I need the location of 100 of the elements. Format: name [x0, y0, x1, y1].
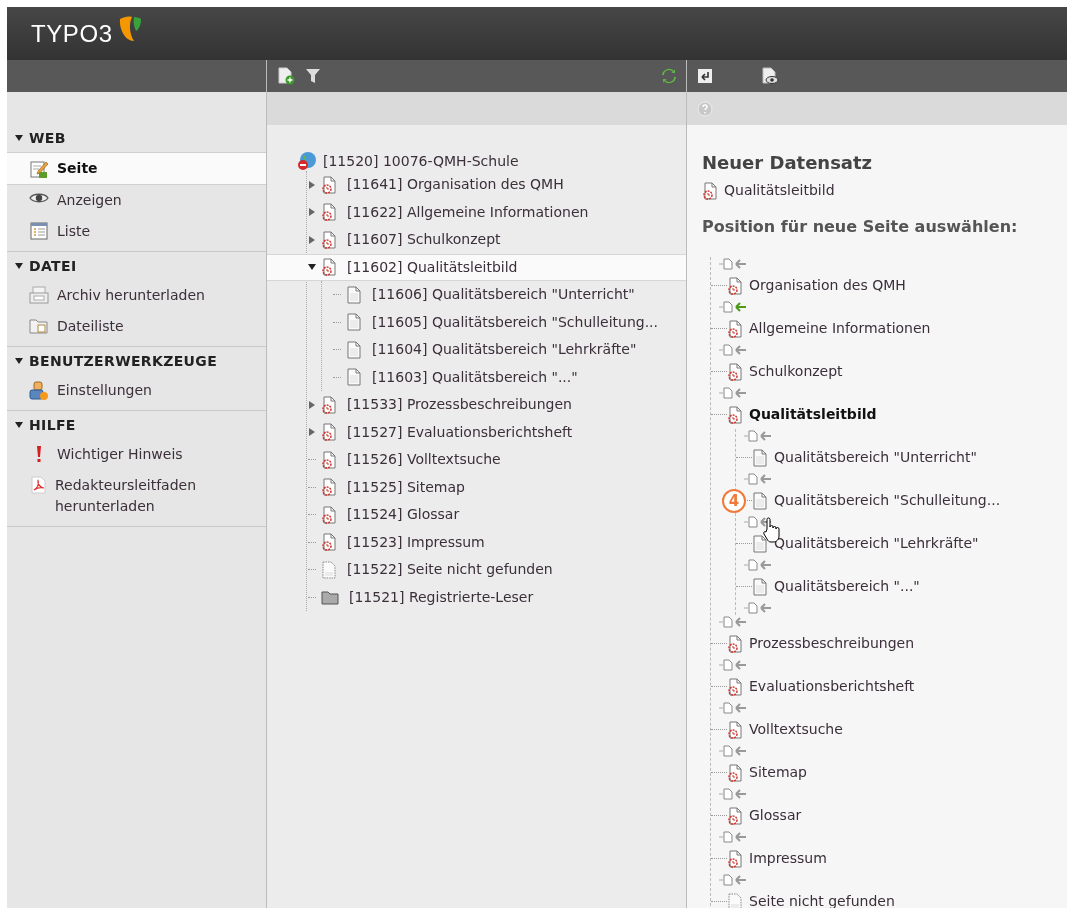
tree-node[interactable]: [11606] Qualitätsbereich "Unterricht" [332, 281, 686, 309]
page-position-title: Seite nicht gefunden [749, 892, 895, 908]
page-position-title: Evaluationsberichtsheft [749, 677, 915, 696]
insert-position-marker[interactable] [719, 659, 747, 671]
page-title: [11527] Evaluationsberichtsheft [347, 422, 573, 442]
exclamation-icon [35, 445, 43, 463]
insert-position-marker[interactable] [719, 702, 747, 714]
shortcut-page-icon [727, 405, 743, 424]
menu-section-header[interactable]: HILFE [7, 411, 266, 439]
shortcut-page-icon [321, 175, 337, 194]
page-title: [11604] Qualitätsbereich "Lehrkräfte" [372, 340, 637, 360]
page-icon [321, 560, 337, 579]
tree-node[interactable]: [11526] Volltextsuche [307, 446, 686, 474]
menu-item[interactable]: Wichtiger Hinweis [7, 439, 266, 470]
insert-position-marker[interactable] [719, 258, 747, 270]
page-position-title: Qualitätsleitbild [749, 405, 877, 424]
tree-node[interactable]: [11604] Qualitätsbereich "Lehrkräfte" [332, 336, 686, 364]
menu-item[interactable]: Archiv herunterladen [7, 280, 266, 311]
insert-position-marker[interactable] [719, 745, 747, 757]
page-icon [752, 491, 768, 510]
menu-item[interactable]: Liste [7, 216, 266, 247]
tree-node[interactable]: [11602] Qualitätsleitbild [267, 253, 686, 281]
tree-node[interactable]: [11605] Qualitätsbereich "Schulleitung... [332, 308, 686, 336]
tree-node[interactable]: [11527] Evaluationsberichtsheft [307, 418, 686, 446]
list-icon [30, 222, 48, 240]
page-title: [11522] Seite nicht gefunden [347, 560, 553, 580]
page-edit-icon [29, 159, 49, 179]
shortcut-page-icon [321, 395, 337, 414]
tree-node[interactable]: [11533] Prozessbeschreibungen [307, 391, 686, 419]
folder-icon [321, 589, 339, 606]
shortcut-page-icon [727, 362, 743, 381]
page-position-title: Sitemap [749, 763, 807, 782]
menu-section-header[interactable]: DATEI [7, 252, 266, 280]
shortcut-page-icon [321, 230, 337, 249]
section-caret-icon[interactable] [15, 357, 23, 365]
page-title: [11533] Prozessbeschreibungen [347, 395, 572, 415]
folder-icon [29, 317, 49, 335]
filter-icon[interactable] [305, 67, 321, 85]
expand-toggle-icon[interactable] [308, 208, 316, 217]
shortcut-page-icon [727, 720, 743, 739]
page-title: [11605] Qualitätsbereich "Schulleitung... [372, 312, 658, 332]
insert-position-marker[interactable] [719, 831, 747, 843]
expand-toggle-icon[interactable] [308, 400, 316, 409]
expand-toggle-icon[interactable] [308, 263, 316, 272]
page-title: [11521] Registrierte-Leser [349, 587, 534, 607]
menu-section-header[interactable]: BENUTZERWERKZEUGE [7, 347, 266, 375]
section-caret-icon[interactable] [15, 134, 23, 142]
expand-toggle-icon[interactable] [308, 180, 316, 189]
insert-position-marker[interactable] [719, 616, 747, 628]
content-heading: Neuer Datensatz [702, 151, 874, 175]
insert-position-marker[interactable] [719, 344, 747, 356]
page-icon [346, 340, 362, 359]
shortcut-page-icon [727, 319, 743, 338]
shortcut-page-icon [727, 763, 743, 782]
tree-node[interactable]: [11607] Schulkonzept [307, 226, 686, 254]
expand-toggle-icon[interactable] [308, 428, 316, 437]
new-page-icon[interactable] [277, 67, 295, 85]
tree-node[interactable]: [11522] Seite nicht gefunden [307, 556, 686, 584]
root-page-title[interactable]: [11520] 10076-QMH-Schule [323, 150, 519, 172]
insert-position-marker[interactable] [719, 387, 747, 399]
page-icon [752, 577, 768, 596]
page-position-title: Allgemeine Informationen [749, 319, 931, 338]
page-title: [11526] Volltextsuche [347, 450, 501, 470]
section-caret-icon[interactable] [15, 421, 23, 429]
pdf-icon [29, 476, 47, 494]
shortcut-page-icon [321, 450, 337, 469]
menu-item[interactable]: Seite [7, 152, 266, 185]
tree-node[interactable]: [11603] Qualitätsbereich "..." [332, 363, 686, 391]
insert-position-marker[interactable] [744, 559, 772, 571]
menu-item[interactable]: Redakteursleitfaden herunterladen [7, 470, 266, 522]
tree-node[interactable]: [11622] Allgemeine Informationen [307, 198, 686, 226]
preview-icon[interactable] [761, 67, 779, 85]
menu-item[interactable]: Einstellungen [7, 375, 266, 406]
page-title: [11603] Qualitätsbereich "..." [372, 367, 578, 387]
menu-item[interactable]: Dateiliste [7, 311, 266, 342]
return-icon[interactable] [697, 68, 713, 84]
expand-toggle-icon[interactable] [308, 235, 316, 244]
page-position-title: Prozessbeschreibungen [749, 634, 915, 653]
insert-position-marker[interactable] [744, 430, 772, 442]
tree-node[interactable]: [11641] Organisation des QMH [307, 171, 686, 199]
menu-section-header[interactable]: WEB [7, 124, 266, 152]
eye-icon [29, 191, 49, 205]
insert-position-marker[interactable] [744, 473, 772, 485]
tree-node[interactable]: [11525] Sitemap [307, 473, 686, 501]
shortcut-page-icon [727, 634, 743, 653]
tree-node[interactable]: [11521] Registrierte-Leser [307, 583, 686, 611]
page-icon [346, 368, 362, 387]
section-caret-icon[interactable] [15, 262, 23, 270]
insert-position-marker[interactable] [719, 301, 747, 313]
refresh-icon[interactable] [662, 67, 676, 85]
tree-node[interactable]: [11523] Impressum [307, 528, 686, 556]
insert-position-marker[interactable] [719, 874, 747, 886]
page-title: [11524] Glossar [347, 505, 460, 525]
page-icon [752, 534, 768, 553]
tree-node[interactable]: [11524] Glossar [307, 501, 686, 529]
page-title: [11607] Schulkonzept [347, 230, 501, 250]
menu-item[interactable]: Anzeigen [7, 185, 266, 216]
page-title: [11606] Qualitätsbereich "Unterricht" [372, 285, 635, 305]
insert-position-marker[interactable] [744, 602, 772, 614]
insert-position-marker[interactable] [719, 788, 747, 800]
